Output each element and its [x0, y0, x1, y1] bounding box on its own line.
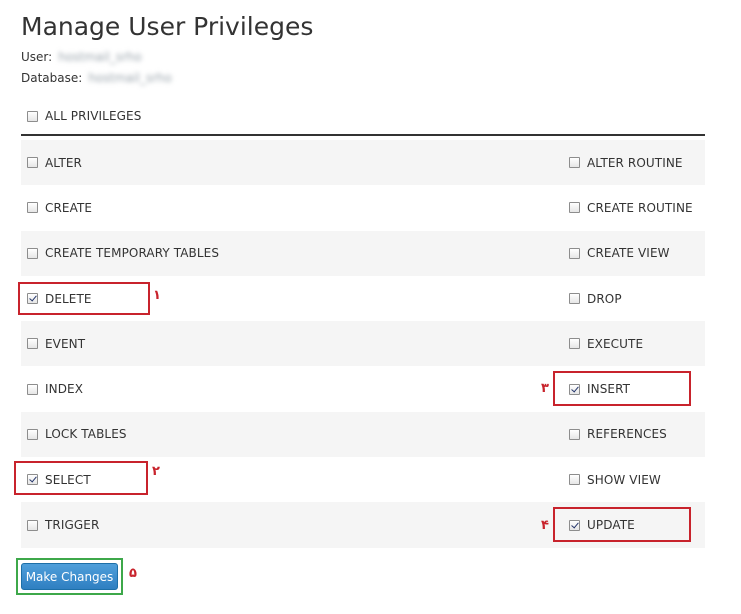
- privilege-checkbox[interactable]: [569, 474, 580, 486]
- privilege-update[interactable]: UPDATE: [569, 502, 635, 547]
- privilege-row: EVENT EXECUTE: [21, 321, 705, 367]
- privilege-label: ALTER ROUTINE: [587, 155, 683, 170]
- annotation-number-1: ١: [153, 288, 161, 303]
- privilege-checkbox[interactable]: [27, 338, 38, 350]
- privilege-checkbox[interactable]: [27, 383, 38, 395]
- privilege-index[interactable]: INDEX: [27, 366, 83, 411]
- privilege-create-temporary-tables[interactable]: CREATE TEMPORARY TABLES: [27, 231, 219, 276]
- privilege-trigger[interactable]: TRIGGER: [27, 502, 99, 547]
- privilege-checkbox[interactable]: [569, 293, 580, 305]
- privilege-label: LOCK TABLES: [45, 427, 127, 442]
- privilege-checkbox[interactable]: [569, 247, 580, 259]
- database-label: Database:: [21, 71, 83, 85]
- privilege-label: TRIGGER: [45, 518, 100, 533]
- privilege-drop[interactable]: DROP: [569, 276, 622, 321]
- privilege-label: EXECUTE: [587, 336, 644, 351]
- database-value: hostmail_srho: [88, 71, 172, 85]
- database-line: Database: hostmail_srho: [21, 71, 172, 85]
- privilege-row: CREATE TEMPORARY TABLES CREATE VIEW: [21, 230, 705, 276]
- privilege-label: CREATE ROUTINE: [587, 200, 693, 215]
- privilege-checkbox[interactable]: [27, 157, 38, 169]
- make-changes-button[interactable]: Make Changes: [21, 563, 118, 590]
- privilege-checkbox[interactable]: [27, 519, 38, 531]
- privileges-table: ALTER ALTER ROUTINE CREATE CREATE ROUTIN…: [21, 140, 705, 548]
- privilege-insert[interactable]: INSERT: [569, 366, 630, 411]
- privilege-row: SELECT SHOW VIEW: [21, 457, 705, 503]
- privilege-label: UPDATE: [587, 518, 635, 533]
- privilege-checkbox[interactable]: [569, 157, 580, 169]
- all-privileges-row[interactable]: ALL PRIVILEGES: [21, 98, 705, 136]
- privilege-row: INDEX INSERT: [21, 366, 705, 412]
- privilege-label: ALTER: [45, 155, 82, 170]
- privilege-create-view[interactable]: CREATE VIEW: [569, 231, 670, 276]
- privilege-create[interactable]: CREATE: [27, 185, 92, 230]
- user-value: hostmail_srho: [58, 50, 142, 64]
- user-label: User:: [21, 50, 53, 64]
- annotation-number-2: ٢: [152, 464, 160, 479]
- annotation-number-4: ۴: [541, 518, 549, 533]
- privilege-row: LOCK TABLES REFERENCES: [21, 411, 705, 458]
- user-line: User: hostmail_srho: [21, 50, 142, 64]
- privilege-checkbox[interactable]: [569, 428, 580, 440]
- highlight-box-submit: Make Changes: [16, 558, 123, 595]
- privilege-checkbox[interactable]: [27, 293, 38, 305]
- privilege-select[interactable]: SELECT: [27, 457, 91, 502]
- privilege-label: CREATE VIEW: [587, 246, 670, 261]
- privilege-alter[interactable]: ALTER: [27, 140, 82, 185]
- all-privileges-label: ALL PRIVILEGES: [45, 109, 142, 123]
- privilege-delete[interactable]: DELETE: [27, 276, 92, 321]
- privilege-checkbox[interactable]: [27, 428, 38, 440]
- privilege-checkbox[interactable]: [569, 519, 580, 531]
- privilege-show-view[interactable]: SHOW VIEW: [569, 457, 661, 502]
- privilege-row: CREATE CREATE ROUTINE: [21, 185, 705, 231]
- privilege-label: INSERT: [587, 382, 631, 397]
- privilege-lock-tables[interactable]: LOCK TABLES: [27, 412, 127, 457]
- privilege-label: EVENT: [45, 336, 86, 351]
- privilege-row: ALTER ALTER ROUTINE: [21, 140, 705, 186]
- annotation-number-5: ۵: [129, 566, 137, 581]
- privilege-checkbox[interactable]: [569, 383, 580, 395]
- privilege-row: DELETE DROP: [21, 275, 705, 322]
- privilege-label: SELECT: [45, 472, 91, 487]
- privilege-label: SHOW VIEW: [587, 472, 661, 487]
- privilege-create-routine[interactable]: CREATE ROUTINE: [569, 185, 693, 230]
- page-title: Manage User Privileges: [21, 12, 314, 41]
- privilege-row: TRIGGER UPDATE: [21, 502, 705, 548]
- privilege-checkbox[interactable]: [27, 202, 38, 214]
- privilege-checkbox[interactable]: [569, 338, 580, 350]
- privilege-checkbox[interactable]: [569, 202, 580, 214]
- privilege-label: REFERENCES: [587, 427, 667, 442]
- privilege-checkbox[interactable]: [27, 474, 38, 486]
- annotation-number-3: ٣: [541, 381, 549, 396]
- privilege-alter-routine[interactable]: ALTER ROUTINE: [569, 140, 683, 185]
- privilege-label: CREATE TEMPORARY TABLES: [45, 246, 220, 261]
- privilege-references[interactable]: REFERENCES: [569, 412, 667, 457]
- privilege-event[interactable]: EVENT: [27, 321, 85, 366]
- privilege-label: INDEX: [45, 382, 84, 397]
- privilege-label: CREATE: [45, 200, 93, 215]
- privilege-label: DROP: [587, 291, 622, 306]
- all-privileges-checkbox[interactable]: [27, 110, 38, 122]
- privilege-checkbox[interactable]: [27, 247, 38, 259]
- privilege-execute[interactable]: EXECUTE: [569, 321, 643, 366]
- privilege-label: DELETE: [45, 291, 92, 306]
